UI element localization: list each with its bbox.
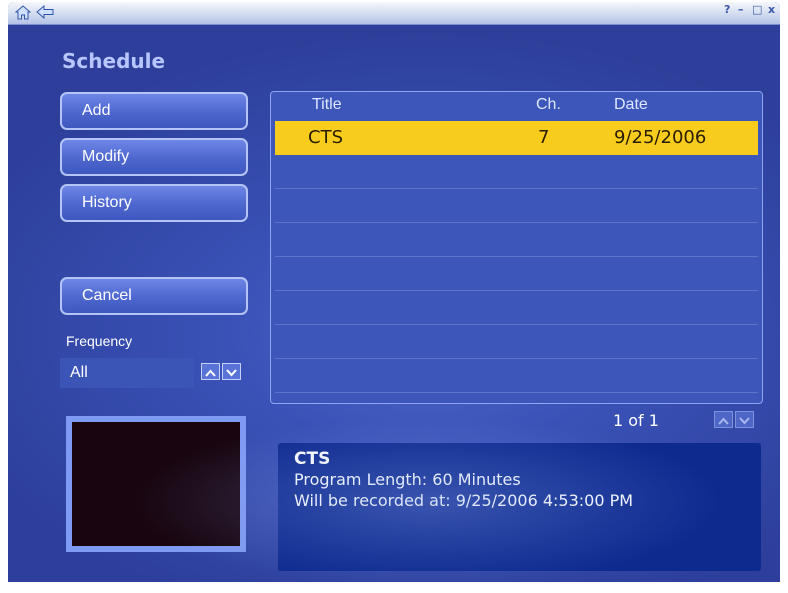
table-row[interactable]: CTS 7 9/25/2006 — [275, 121, 758, 155]
program-details: CTS Program Length: 60 Minutes Will be r… — [278, 443, 761, 571]
row-title: CTS — [308, 127, 343, 148]
column-date[interactable]: Date — [614, 96, 648, 114]
column-channel[interactable]: Ch. — [536, 96, 561, 114]
modify-button[interactable]: Modify — [60, 138, 248, 176]
page-indicator: 1 of 1 — [613, 411, 659, 430]
up-chevron-icon — [205, 362, 216, 381]
top-bar: ? – □ x — [8, 2, 780, 25]
cancel-button[interactable]: Cancel — [60, 277, 248, 315]
back-arrow-icon[interactable] — [36, 4, 54, 20]
table-row[interactable] — [275, 291, 758, 325]
frequency-up-button[interactable] — [201, 363, 220, 380]
help-button[interactable]: ? — [724, 3, 730, 16]
page-up-button[interactable] — [714, 411, 733, 428]
table-row[interactable] — [275, 189, 758, 223]
schedule-window: ? – □ x Schedule Add Modify History Canc… — [8, 2, 780, 582]
frequency-label: Frequency — [66, 333, 133, 349]
row-channel: 7 — [538, 127, 550, 148]
close-button[interactable]: x — [768, 3, 775, 16]
video-preview — [66, 416, 246, 552]
up-chevron-icon — [718, 410, 729, 429]
row-date: 9/25/2006 — [614, 127, 707, 148]
frequency-down-button[interactable] — [222, 363, 241, 380]
down-chevron-icon — [739, 410, 750, 429]
column-title[interactable]: Title — [312, 96, 342, 114]
schedule-list: Title Ch. Date CTS 7 9/25/2006 — [270, 91, 763, 404]
maximize-button[interactable]: □ — [752, 3, 762, 16]
down-chevron-icon — [226, 362, 237, 381]
history-button[interactable]: History — [60, 184, 248, 222]
details-title: CTS — [294, 449, 331, 469]
minimize-button[interactable]: – — [738, 3, 744, 16]
frequency-field[interactable]: All — [60, 358, 194, 388]
details-length: Program Length: 60 Minutes — [294, 470, 521, 489]
details-recorded-at: Will be recorded at: 9/25/2006 4:53:00 P… — [294, 491, 634, 510]
page-title: Schedule — [62, 49, 166, 73]
table-row[interactable] — [275, 325, 758, 359]
home-icon[interactable] — [14, 4, 32, 20]
table-row[interactable] — [275, 257, 758, 291]
table-row[interactable] — [275, 359, 758, 393]
table-row[interactable] — [275, 223, 758, 257]
page-down-button[interactable] — [735, 411, 754, 428]
table-row[interactable] — [275, 155, 758, 189]
app: ? – □ x Schedule Add Modify History Canc… — [0, 0, 788, 593]
list-header: Title Ch. Date — [271, 92, 762, 120]
add-button[interactable]: Add — [60, 92, 248, 130]
